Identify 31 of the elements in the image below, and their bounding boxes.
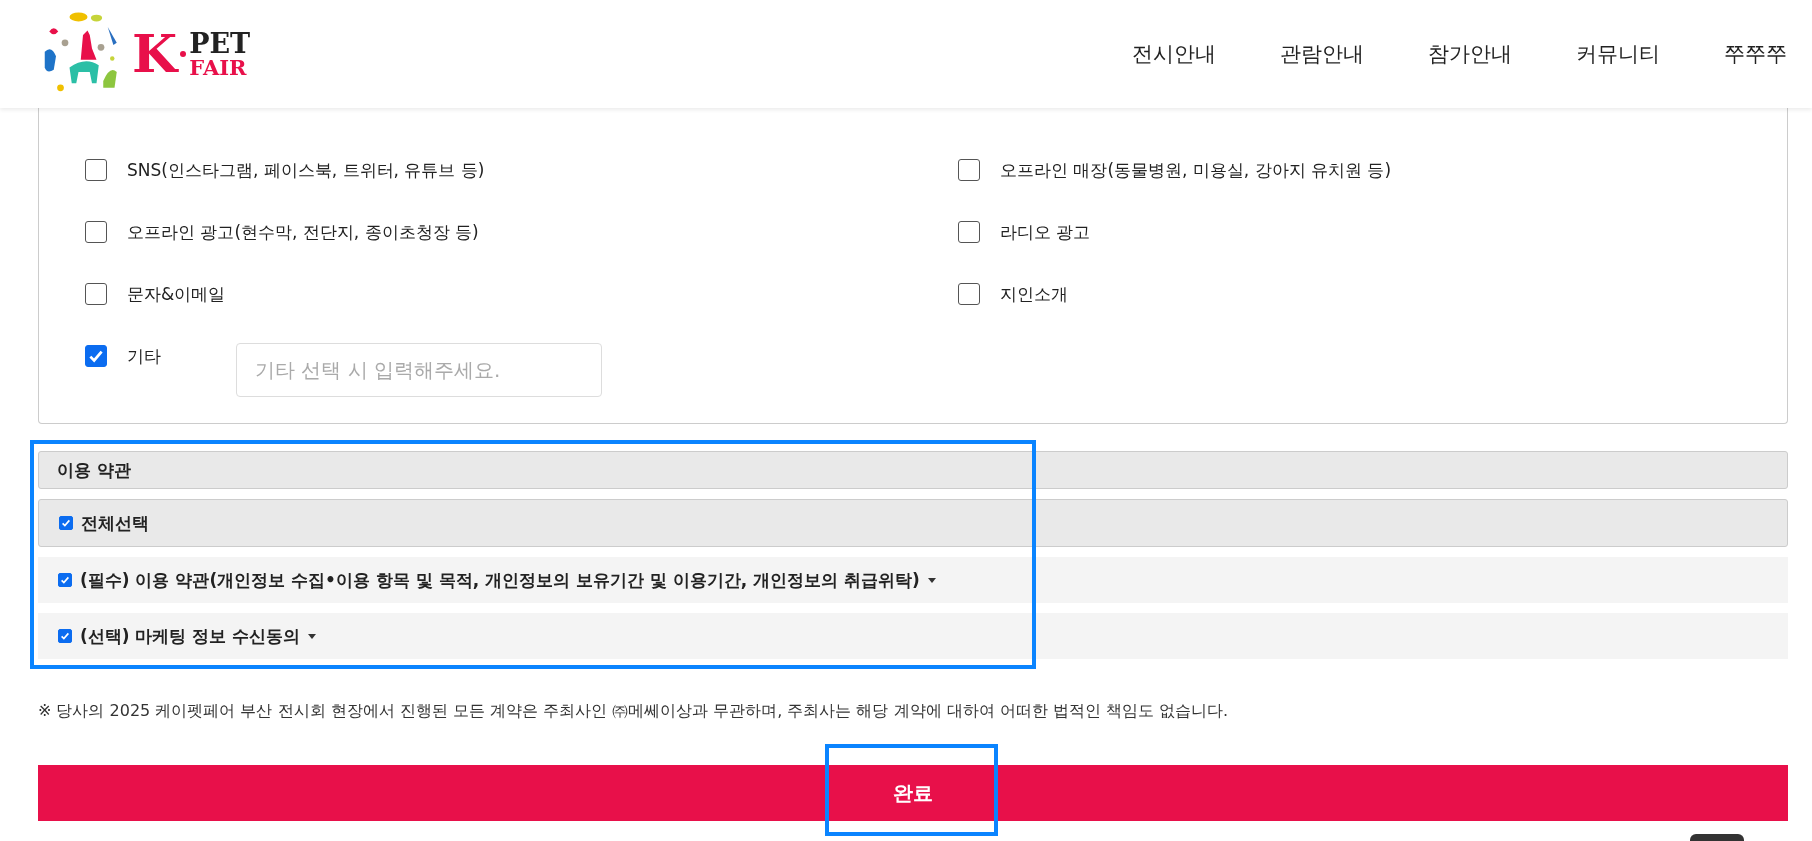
option-label: 지인소개: [1000, 283, 1068, 305]
checkbox[interactable]: [958, 159, 980, 181]
nav-link[interactable]: 관람안내: [1280, 40, 1364, 68]
checkbox[interactable]: [958, 283, 980, 305]
option-label: 기타: [127, 345, 161, 367]
checkbox[interactable]: [958, 221, 980, 243]
option-label: 라디오 광고: [1000, 221, 1091, 243]
notice-text: ※ 당사의 2025 케이펫페어 부산 전시회 현장에서 진행된 모든 계약은 주최사인 ㈜메쎄이상과 무관하며, 주최사는 해당 계약에 대하여 어떠한 법적인 책임도 없습니다.: [38, 701, 1229, 721]
option-label: 오프라인 광고(현수막, 전단지, 종이초청장 등): [127, 221, 479, 243]
checkbox[interactable]: [58, 629, 72, 643]
option-label: 오프라인 매장(동물병원, 미용실, 강아지 유치원 등): [1000, 159, 1392, 181]
checkbox[interactable]: [85, 345, 107, 367]
checkbox[interactable]: [85, 283, 107, 305]
select-all-label: 전체선택: [81, 511, 149, 535]
checkbox[interactable]: [59, 516, 73, 530]
checkbox[interactable]: [58, 573, 72, 587]
nav-link[interactable]: 쭈쭈쭈: [1724, 40, 1787, 68]
terms-label: (필수) 이용 약관(개인정보 수집•이용 항목 및 목적, 개인정보의 보유기간 및 이용기간, 개인정보의 취급위탁): [80, 568, 920, 592]
section-heading: 이용 약관: [38, 451, 1788, 489]
option-label: SNS(인스타그램, 페이스북, 트위터, 유튜브 등): [127, 159, 485, 181]
nav-link[interactable]: 참가안내: [1428, 40, 1512, 68]
option-label: 문자&이메일: [127, 283, 226, 305]
nav-link[interactable]: 전시안내: [1132, 40, 1216, 68]
checkbox[interactable]: [85, 221, 107, 243]
caret-icon[interactable]: [308, 633, 317, 639]
submit-button[interactable]: 완료: [38, 765, 1788, 821]
input-field[interactable]: 기타 선택 시 입력해주세요.: [236, 343, 602, 397]
checkbox[interactable]: [85, 159, 107, 181]
caret-icon[interactable]: [927, 577, 936, 583]
terms-label: (선택) 마케팅 정보 수신동의: [80, 624, 301, 648]
nav-link[interactable]: 커뮤니티: [1576, 40, 1660, 68]
